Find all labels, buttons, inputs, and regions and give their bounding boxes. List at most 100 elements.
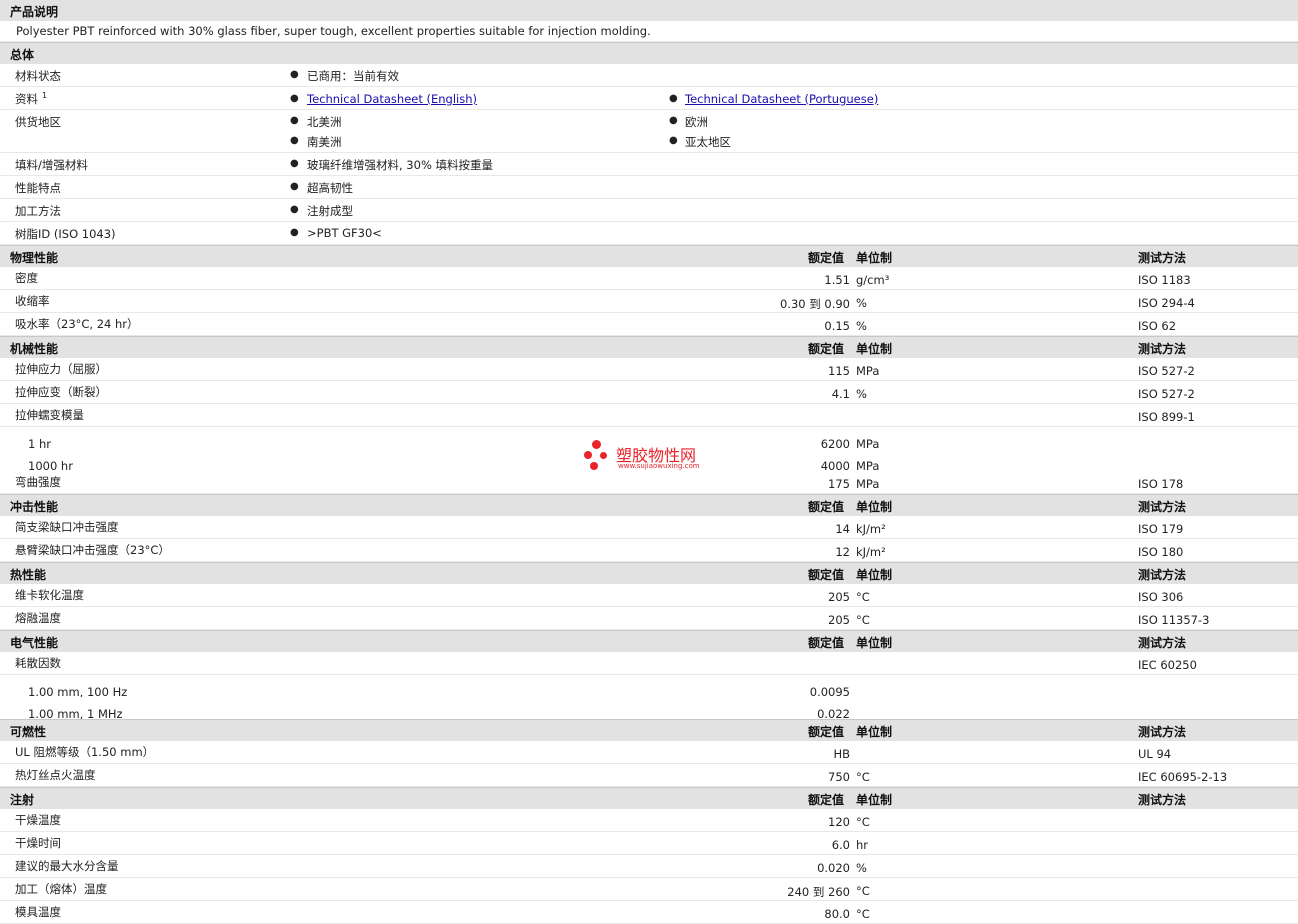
bullet-icon: ● bbox=[290, 115, 299, 126]
test-method: ISO 1183 bbox=[1138, 273, 1191, 287]
test-method: ISO 179 bbox=[1138, 522, 1184, 536]
property-name: UL 阻燃等级（1.50 mm） bbox=[15, 745, 155, 759]
column-header-unit: 单位制 bbox=[856, 500, 893, 514]
test-method: IEC 60250 bbox=[1138, 658, 1197, 672]
property-name: 收缩率 bbox=[15, 294, 50, 308]
property-value: 750 bbox=[828, 770, 850, 784]
section-header-injection: 注射 额定值 单位制 测试方法 bbox=[0, 787, 1298, 809]
property-value: 12 bbox=[835, 545, 850, 559]
footnote-marker: 1 bbox=[42, 91, 48, 101]
property-row: 干燥温度 120 °C bbox=[0, 809, 1298, 832]
property-value: 0.020 bbox=[817, 861, 850, 875]
property-name: 吸水率（23°C, 24 hr） bbox=[15, 317, 139, 331]
row-label: 资料 1 bbox=[15, 91, 47, 107]
property-name: 密度 bbox=[15, 271, 38, 285]
test-method: ISO 306 bbox=[1138, 590, 1184, 604]
datasheet-link-portuguese-text[interactable]: Technical Datasheet (Portuguese) bbox=[685, 92, 878, 106]
property-row: 耗散因数 IEC 60250 bbox=[0, 652, 1298, 675]
test-method: ISO 899-1 bbox=[1138, 410, 1195, 424]
column-header-nominal: 额定值 bbox=[808, 636, 845, 650]
column-header-method: 测试方法 bbox=[1138, 568, 1187, 582]
logo-dot-icon bbox=[600, 452, 607, 459]
property-name: 拉伸应变（断裂） bbox=[15, 385, 107, 399]
section-header-physical: 物理性能 额定值 单位制 测试方法 bbox=[0, 245, 1298, 267]
property-row: 熔融温度 205 °C ISO 11357-3 bbox=[0, 607, 1298, 630]
section-header-mechanical: 机械性能 额定值 单位制 测试方法 bbox=[0, 336, 1298, 358]
column-header-nominal: 额定值 bbox=[808, 342, 845, 356]
section-title: 总体 bbox=[10, 48, 35, 62]
property-value: 205 bbox=[828, 590, 850, 604]
property-name: 建议的最大水分含量 bbox=[15, 859, 119, 873]
row-value: 超高韧性 bbox=[307, 181, 353, 195]
row-label: 加工方法 bbox=[15, 204, 61, 218]
property-name: 熔融温度 bbox=[15, 611, 61, 625]
bullet-icon: ● bbox=[290, 181, 299, 192]
property-row: 干燥时间 6.0 hr bbox=[0, 832, 1298, 855]
property-row: 收缩率 0.30 到 0.90% ISO 294-4 bbox=[0, 290, 1298, 313]
property-value: HB bbox=[833, 747, 850, 761]
general-row-regions: 供货地区 ● 北美洲 ● 欧洲 ● 南美洲 ● 亚太地区 bbox=[0, 110, 1298, 153]
row-value: 已商用：当前有效 bbox=[307, 69, 399, 83]
row-label: 树脂ID (ISO 1043) bbox=[15, 227, 116, 241]
column-header-method: 测试方法 bbox=[1138, 793, 1187, 807]
property-value: 240 到 260 bbox=[787, 885, 850, 899]
column-header-unit: 单位制 bbox=[856, 568, 893, 582]
property-unit: MPa bbox=[856, 477, 880, 491]
property-name: 干燥时间 bbox=[15, 836, 61, 850]
property-row: 维卡软化温度 205 °C ISO 306 bbox=[0, 584, 1298, 607]
bullet-icon: ● bbox=[290, 227, 299, 238]
column-header-method: 测试方法 bbox=[1138, 342, 1187, 356]
property-unit: kJ/m² bbox=[856, 545, 886, 559]
property-row: 拉伸蠕变模量 ISO 899-1 bbox=[0, 404, 1298, 427]
section-header-general: 总体 bbox=[0, 42, 1298, 64]
property-name: 干燥温度 bbox=[15, 813, 61, 827]
general-row-documents: 资料 1 ● Technical Datasheet (English) ● Te… bbox=[0, 87, 1298, 110]
description-text: Polyester PBT reinforced with 30% glass … bbox=[16, 24, 651, 38]
row-label: 填料/增强材料 bbox=[15, 158, 88, 172]
datasheet-link-english[interactable]: Technical Datasheet (English) bbox=[307, 92, 477, 106]
row-label: 供货地区 bbox=[15, 115, 61, 129]
row-label-text: 资料 bbox=[15, 92, 38, 106]
property-unit: % bbox=[856, 387, 867, 401]
column-header-method: 测试方法 bbox=[1138, 251, 1187, 265]
column-header-nominal: 额定值 bbox=[808, 725, 845, 739]
property-unit: °C bbox=[856, 770, 870, 784]
datasheet-link-english-text[interactable]: Technical Datasheet (English) bbox=[307, 92, 477, 106]
property-unit: % bbox=[856, 319, 867, 333]
column-header-nominal: 额定值 bbox=[808, 568, 845, 582]
bullet-icon: ● bbox=[290, 69, 299, 80]
datasheet-link-portuguese[interactable]: Technical Datasheet (Portuguese) bbox=[685, 92, 878, 106]
bullet-icon: ● bbox=[669, 93, 678, 104]
property-value: 80.0 bbox=[824, 907, 850, 921]
bullet-icon: ● bbox=[290, 204, 299, 215]
property-unit: °C bbox=[856, 815, 870, 829]
column-header-unit: 单位制 bbox=[856, 342, 893, 356]
property-row: 建议的最大水分含量 0.020% bbox=[0, 855, 1298, 878]
general-row-processing: 加工方法 ● 注射成型 bbox=[0, 199, 1298, 222]
region-north-america: 北美洲 bbox=[307, 115, 342, 129]
property-unit: °C bbox=[856, 884, 870, 898]
property-unit: % bbox=[856, 296, 867, 310]
test-method: ISO 11357-3 bbox=[1138, 613, 1210, 627]
property-row: 简支梁缺口冲击强度 14 kJ/m² ISO 179 bbox=[0, 516, 1298, 539]
row-value: 注射成型 bbox=[307, 204, 353, 218]
test-method: ISO 62 bbox=[1138, 319, 1177, 333]
property-unit: °C bbox=[856, 590, 870, 604]
general-row-status: 材料状态 ● 已商用：当前有效 bbox=[0, 64, 1298, 87]
property-name: 热灯丝点火温度 bbox=[15, 768, 96, 782]
row-label: 性能特点 bbox=[15, 181, 61, 195]
column-header-nominal: 额定值 bbox=[808, 793, 845, 807]
section-title: 产品说明 bbox=[10, 5, 59, 19]
property-row: 密度 1.51 g/cm³ ISO 1183 bbox=[0, 267, 1298, 290]
property-name: 耗散因数 bbox=[15, 656, 61, 670]
property-unit: °C bbox=[856, 613, 870, 627]
property-name: 模具温度 bbox=[15, 905, 61, 919]
logo-dot-icon bbox=[584, 451, 592, 459]
column-header-unit: 单位制 bbox=[856, 725, 893, 739]
property-sections: 物理性能 额定值 单位制 测试方法 密度 1.51 g/cm³ ISO 1183 收缩率 0.30… bbox=[0, 245, 1298, 924]
property-unit: % bbox=[856, 861, 867, 875]
property-row: 加工（熔体）温度 240 到 260 °C bbox=[0, 878, 1298, 901]
property-value: 0.30 到 0.90 bbox=[779, 297, 850, 311]
column-header-method: 测试方法 bbox=[1138, 636, 1187, 650]
property-name: 简支梁缺口冲击强度 bbox=[15, 520, 119, 534]
